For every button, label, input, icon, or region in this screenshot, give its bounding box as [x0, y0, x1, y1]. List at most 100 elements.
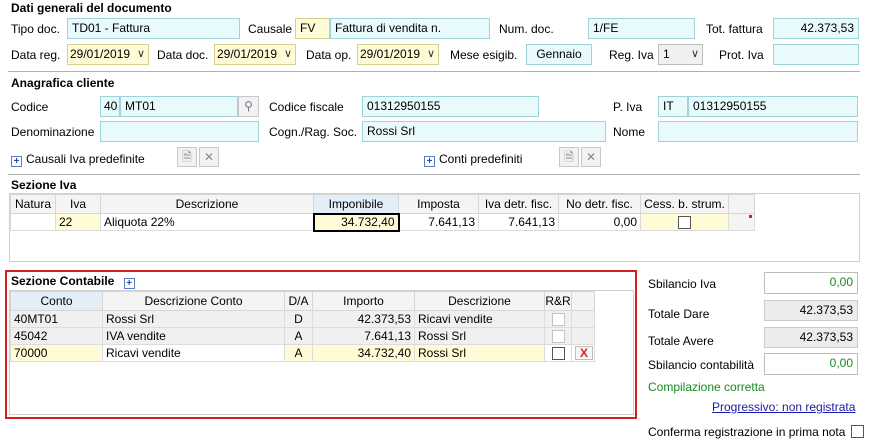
iva-col-imposta[interactable]: Imposta — [398, 194, 479, 214]
data-reg-picker[interactable]: 29/01/2019 ∨ — [67, 44, 149, 65]
cess-checkbox[interactable] — [678, 216, 691, 230]
cont-cell-importo[interactable]: 34.732,40 — [312, 344, 415, 362]
causale-desc-field[interactable]: Fattura di vendita n. — [330, 18, 490, 39]
iva-col-nodetr[interactable]: No detr. fisc. — [558, 194, 641, 214]
reg-iva-select[interactable]: 1 ∨ — [658, 44, 703, 65]
cont-cell-rr[interactable] — [544, 344, 572, 362]
cont-cell-da[interactable]: A — [284, 344, 313, 362]
iva-cell-cess[interactable] — [640, 213, 729, 231]
chevron-down-icon[interactable]: ∨ — [427, 45, 435, 64]
cont-cell-descrizione[interactable]: Rossi Srl — [414, 327, 545, 345]
iva-col-imponibile[interactable]: Imponibile — [313, 194, 399, 214]
num-doc-field[interactable]: 1/FE — [588, 18, 695, 39]
table-row[interactable]: 22 Aliquota 22% 34.732,40 7.641,13 7.641… — [10, 212, 755, 232]
sbilancio-iva-label: Sbilancio Iva — [648, 277, 717, 291]
cont-cell-actions — [571, 310, 595, 328]
cont-cell-da[interactable]: D — [284, 310, 313, 328]
denominazione-field[interactable] — [100, 121, 259, 142]
iva-col-iva[interactable]: Iva — [55, 194, 101, 214]
iva-col-natura[interactable]: Natura — [10, 194, 56, 214]
nome-label: Nome — [613, 125, 646, 139]
table-row[interactable]: 40MT01 Rossi Srl D 42.373,53 Ricavi vend… — [10, 310, 595, 328]
iva-col-detr[interactable]: Iva detr. fisc. — [478, 194, 559, 214]
cont-cell-descrizione[interactable]: Ricavi vendite — [414, 310, 545, 328]
tipo-doc-label: Tipo doc. — [11, 22, 60, 36]
progressivo-link[interactable]: Progressivo: non registrata — [712, 400, 855, 414]
search-icon[interactable]: ⚲ — [238, 96, 259, 117]
delete-icon[interactable]: ✕ — [199, 147, 219, 167]
rr-checkbox[interactable] — [551, 313, 565, 327]
tipo-doc-field[interactable]: TD01 - Fattura — [67, 18, 240, 39]
status-text: Compilazione corretta — [648, 380, 765, 394]
reg-iva-label: Reg. Iva — [609, 48, 654, 62]
prot-iva-field[interactable] — [773, 44, 859, 65]
cont-cell-conto[interactable]: 45042 — [10, 327, 103, 345]
causale-label: Causale — [248, 22, 293, 36]
table-row[interactable]: 70000 Ricavi vendite A 34.732,40 Rossi S… — [10, 344, 595, 362]
cont-cell-desc-conto[interactable]: Rossi Srl — [102, 310, 285, 328]
expand-plus-icon[interactable]: + — [11, 156, 22, 167]
num-doc-label: Num. doc. — [499, 22, 554, 36]
iva-col-cess[interactable]: Cess. b. strum. — [640, 194, 729, 214]
cogn-rag-soc-field[interactable]: Rossi Srl — [362, 121, 606, 142]
iva-cell-iva[interactable]: 22 — [55, 213, 101, 231]
cont-col-importo[interactable]: Importo — [312, 291, 415, 311]
iva-cell-descrizione[interactable]: Aliquota 22% — [100, 213, 314, 231]
tot-fattura-field[interactable]: 42.373,53 — [773, 18, 859, 39]
cont-cell-conto[interactable]: 70000 — [10, 344, 103, 362]
mese-esigib-field[interactable]: Gennaio — [526, 44, 592, 65]
chevron-down-icon[interactable]: ∨ — [137, 45, 145, 64]
conferma-checkbox[interactable] — [851, 425, 864, 438]
denominazione-label: Denominazione — [11, 125, 95, 139]
delete-row-icon[interactable]: X — [575, 346, 593, 360]
rr-checkbox[interactable] — [551, 330, 565, 344]
new-document-icon[interactable]: 🗎 — [177, 147, 197, 167]
chevron-down-icon[interactable]: ∨ — [691, 45, 699, 64]
nome-field[interactable] — [658, 121, 858, 142]
cont-cell-conto[interactable]: 40MT01 — [10, 310, 103, 328]
cont-col-conto[interactable]: Conto — [10, 291, 103, 311]
new-document-icon[interactable]: 🗎 — [559, 147, 579, 167]
data-op-picker[interactable]: 29/01/2019 ∨ — [357, 44, 439, 65]
cont-cell-da[interactable]: A — [284, 327, 313, 345]
causale-code-field[interactable]: FV — [295, 18, 330, 39]
codice-field[interactable]: MT01 — [120, 96, 238, 117]
piva-country-field[interactable]: IT — [658, 96, 688, 117]
table-row[interactable]: 45042 IVA vendite A 7.641,13 Rossi Srl — [10, 327, 595, 345]
piva-field[interactable]: 01312950155 — [688, 96, 858, 117]
iva-cell-imposta[interactable]: 7.641,13 — [398, 213, 479, 231]
codice-label: Codice — [11, 100, 49, 114]
cont-cell-rr[interactable] — [544, 310, 572, 328]
cont-cell-importo[interactable]: 42.373,53 — [312, 310, 415, 328]
cont-cell-rr[interactable] — [544, 327, 572, 345]
causali-iva-label: Causali Iva predefinite — [26, 152, 145, 166]
delete-icon[interactable]: ✕ — [581, 147, 601, 167]
iva-cell-natura[interactable] — [10, 213, 56, 231]
mese-esigib-label: Mese esigib. — [450, 48, 518, 62]
cont-col-rr[interactable]: R&R — [544, 291, 572, 311]
cont-cell-importo[interactable]: 7.641,13 — [312, 327, 415, 345]
causali-iva-expander[interactable]: + Causali Iva predefinite — [11, 152, 145, 167]
cont-cell-desc-conto[interactable]: IVA vendite — [102, 327, 285, 345]
tot-fattura-label: Tot. fattura — [706, 22, 763, 36]
iva-cell-nodetr[interactable]: 0,00 — [558, 213, 641, 231]
iva-col-descrizione[interactable]: Descrizione — [100, 194, 314, 214]
data-doc-picker[interactable]: 29/01/2019 ∨ — [214, 44, 296, 65]
cont-col-da[interactable]: D/A — [284, 291, 313, 311]
data-reg-label: Data reg. — [11, 48, 61, 62]
expand-plus-icon[interactable]: + — [424, 156, 435, 167]
conti-predefiniti-expander[interactable]: + Conti predefiniti — [424, 152, 522, 167]
cont-cell-desc-conto[interactable]: Ricavi vendite — [102, 344, 285, 362]
codice-fiscale-field[interactable]: 01312950155 — [362, 96, 539, 117]
cont-cell-descrizione[interactable]: Rossi Srl — [414, 344, 545, 362]
chevron-down-icon[interactable]: ∨ — [284, 45, 292, 64]
iva-cell-imponibile[interactable]: 34.732,40 — [312, 212, 400, 232]
cont-cell-actions: X — [571, 344, 595, 362]
totale-dare-label: Totale Dare — [648, 307, 710, 321]
codice-num-field[interactable]: 40 — [100, 96, 120, 117]
iva-cell-detr[interactable]: 7.641,13 — [478, 213, 559, 231]
expand-plus-icon[interactable]: + — [123, 278, 135, 289]
rr-checkbox[interactable] — [551, 347, 565, 361]
cont-col-desc-conto[interactable]: Descrizione Conto — [102, 291, 285, 311]
cont-col-descrizione[interactable]: Descrizione — [414, 291, 545, 311]
